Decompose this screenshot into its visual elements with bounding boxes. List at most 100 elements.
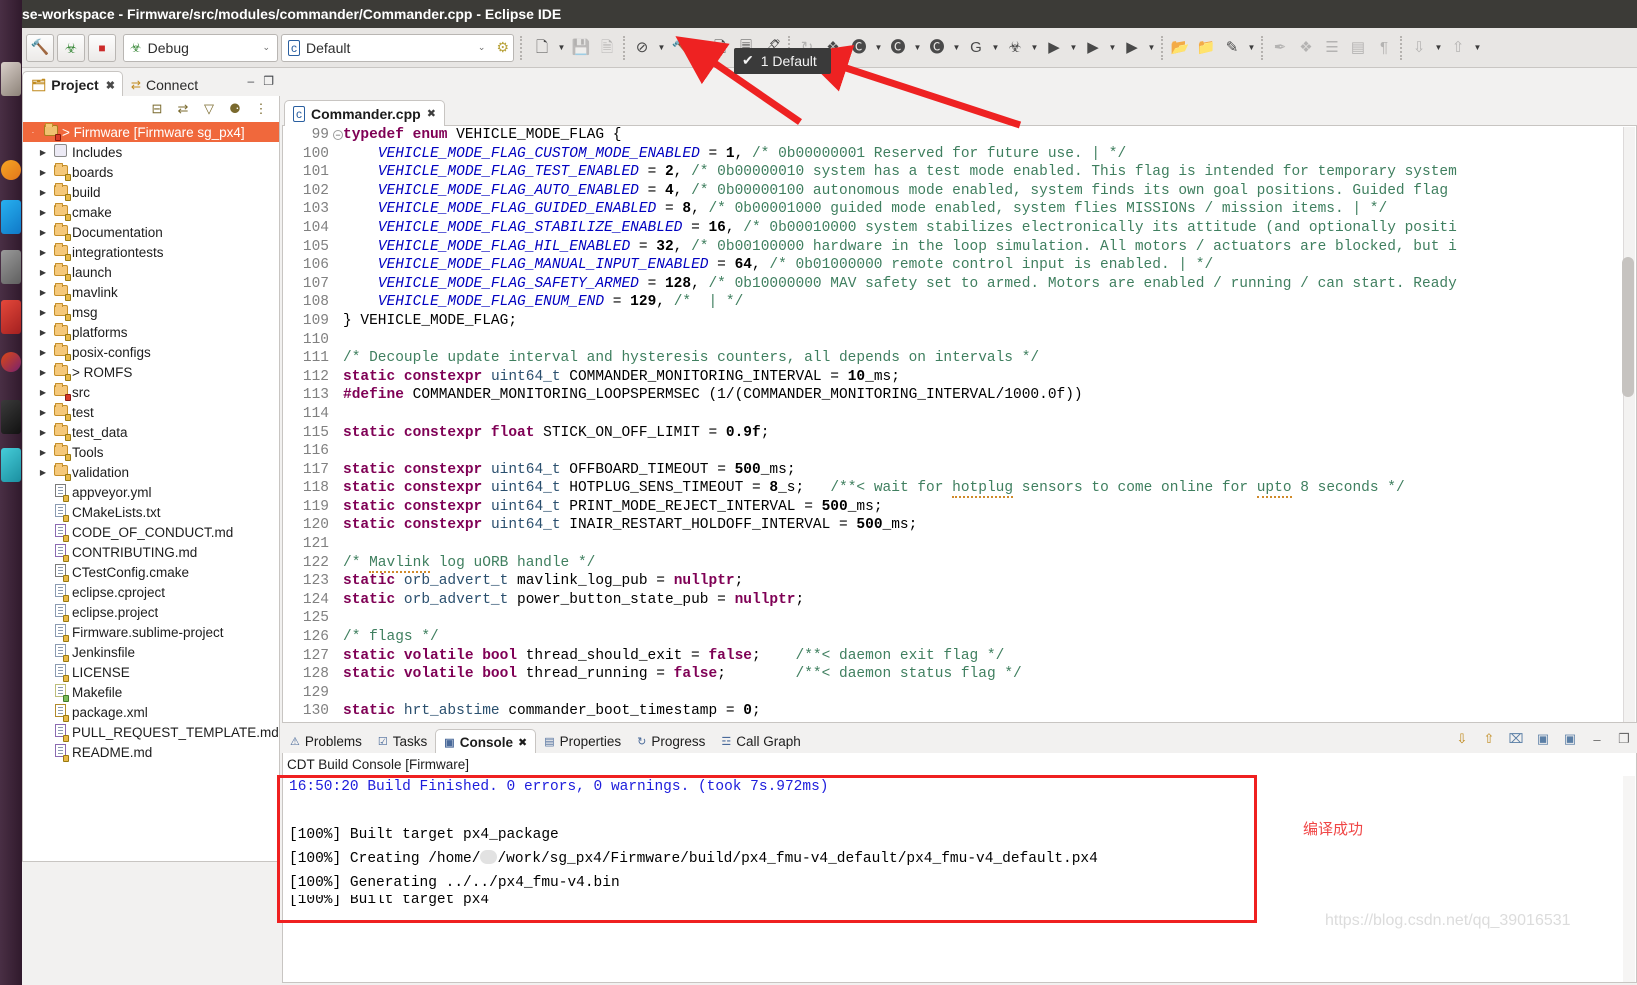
tree-item[interactable]: ▶ test <box>23 402 279 422</box>
chevron-right-icon[interactable]: ▶ <box>37 168 49 177</box>
chevron-right-icon[interactable]: ▶ <box>37 268 49 277</box>
launcher-icon-software[interactable] <box>1 250 21 284</box>
block-selection-icon[interactable]: ▤ <box>1345 35 1371 61</box>
code-folding-column[interactable]: − <box>333 126 343 722</box>
chevron-down-icon[interactable]: ▼ <box>1245 35 1258 61</box>
console-tab-properties[interactable]: ▤ Properties <box>536 729 629 754</box>
chevron-down-icon[interactable]: ▼ <box>989 35 1002 61</box>
console-tab-progress[interactable]: ↻ Progress <box>629 729 713 754</box>
chevron-right-icon[interactable]: ▶ <box>37 288 49 297</box>
minimize-view-icon[interactable]: – <box>248 74 255 88</box>
console-tab-console[interactable]: ▣ Console ✖ <box>435 729 537 754</box>
chevron-right-icon[interactable]: ▶ <box>37 188 49 197</box>
chevron-down-icon[interactable]: ▼ <box>911 35 924 61</box>
code-editor[interactable]: 99 100 101 102 103 104 105 106 107 108 109 110 111 11… <box>282 125 1637 723</box>
tree-item[interactable]: ▶ boards <box>23 162 279 182</box>
hammer-build-icon[interactable]: 🔨 <box>668 35 694 61</box>
tree-item[interactable]: ▶ cmake <box>23 202 279 222</box>
view-menu-icon[interactable]: ⋮ <box>253 101 269 117</box>
editor-tab-commander-cpp[interactable]: c Commander.cpp ✖ <box>284 100 445 126</box>
run-icon[interactable]: ▶ <box>1041 35 1067 61</box>
new-console-view-icon[interactable]: ▣ <box>1561 730 1579 748</box>
tree-item[interactable]: appveyor.yml <box>23 482 279 502</box>
editor-vertical-scrollbar[interactable] <box>1622 127 1635 722</box>
close-icon[interactable]: ✖ <box>427 107 436 120</box>
tree-item[interactable]: ▶ mavlink <box>23 282 279 302</box>
launcher-icon-firefox[interactable] <box>1 160 21 180</box>
build-config-dropdown-tooltip[interactable]: ✔ 1 Default <box>734 48 831 74</box>
chevron-right-icon[interactable]: ▶ <box>37 348 49 357</box>
save-icon[interactable]: 💾 <box>568 35 594 61</box>
tree-item[interactable]: ▶ Includes <box>23 142 279 162</box>
tree-item[interactable]: Jenkinsfile <box>23 642 279 662</box>
chevron-right-icon[interactable]: ▶ <box>37 228 49 237</box>
close-icon[interactable]: ✖ <box>106 79 115 92</box>
chevron-right-icon[interactable]: ▶ <box>37 368 49 377</box>
open-type-icon[interactable]: 📂 <box>1167 35 1193 61</box>
launcher-icon-ubuntu[interactable] <box>1 352 21 372</box>
tree-item[interactable]: ▶ src <box>23 382 279 402</box>
tree-item[interactable]: ▶ build <box>23 182 279 202</box>
chevron-right-icon[interactable]: ▶ <box>37 308 49 317</box>
chevron-down-icon[interactable]: ▼ <box>1028 35 1041 61</box>
new-file-icon[interactable]: 🗋 <box>529 35 555 61</box>
launcher-icon-terminal[interactable] <box>1 400 21 434</box>
project-tree[interactable]: · > Firmware [Firmware sg_px4] ▶ Includes ▶ b… <box>22 122 280 862</box>
tree-item[interactable]: ▶ test_data <box>23 422 279 442</box>
launcher-icon-eclipse[interactable] <box>1 448 21 482</box>
marker-icon[interactable]: ✎ <box>1219 35 1245 61</box>
chevron-right-icon[interactable]: ▶ <box>37 408 49 417</box>
chevron-down-icon[interactable]: ▼ <box>694 35 707 61</box>
editor-scroll-thumb[interactable] <box>1622 257 1634 397</box>
tree-item[interactable]: eclipse.project <box>23 602 279 622</box>
c-project-icon[interactable]: 🅒 <box>846 35 872 61</box>
clear-console-icon[interactable]: ⌧ <box>1507 730 1525 748</box>
launcher-icon-thunderbird[interactable] <box>1 200 21 234</box>
console-vertical-scrollbar[interactable] <box>1623 776 1635 982</box>
tree-item[interactable]: ▶ msg <box>23 302 279 322</box>
previous-annotation-icon[interactable]: ⇩ <box>1406 35 1432 61</box>
tree-item[interactable]: Makefile <box>23 682 279 702</box>
chevron-right-icon[interactable]: ▶ <box>37 448 49 457</box>
maximize-icon[interactable]: ❐ <box>1615 730 1633 748</box>
chevron-down-icon[interactable]: ▼ <box>555 35 568 61</box>
chevron-right-icon[interactable]: ▶ <box>37 248 49 257</box>
chevron-down-icon[interactable]: ▼ <box>1471 35 1484 61</box>
next-annotation-icon[interactable]: ⇧ <box>1445 35 1471 61</box>
chevron-right-icon[interactable]: ▶ <box>37 208 49 217</box>
tree-item[interactable]: package.xml <box>23 702 279 722</box>
launch-configuration-combo[interactable]: ☣ Debug ⌄ <box>123 33 278 62</box>
close-icon[interactable]: ✖ <box>518 736 527 749</box>
debug-perspective-icon[interactable]: ☣ <box>1002 35 1028 61</box>
collapse-all-icon[interactable]: ⊟ <box>149 101 165 117</box>
view-tab-project[interactable]: 🗂 Project ✖ <box>22 71 123 98</box>
search-icon[interactable]: ❖ <box>1293 35 1319 61</box>
build-button[interactable]: 🔨 <box>26 33 54 62</box>
tree-item[interactable]: ▶ Documentation <box>23 222 279 242</box>
focus-icon[interactable]: ⚈ <box>227 101 243 117</box>
pin-console-icon[interactable]: ▣ <box>1534 730 1552 748</box>
save-all-icon[interactable]: 🗎 <box>594 35 620 61</box>
chevron-down-icon[interactable]: ▼ <box>872 35 885 61</box>
console-output[interactable]: 16:50:20 Build Finished. 0 errors, 0 war… <box>282 775 1637 983</box>
tree-item[interactable]: Firmware.sublime-project <box>23 622 279 642</box>
tree-item[interactable]: README.md <box>23 742 279 762</box>
chevron-right-icon[interactable]: ▶ <box>37 388 49 397</box>
chevron-right-icon[interactable]: ▶ <box>37 148 49 157</box>
stop-button[interactable]: ■ <box>88 33 116 62</box>
run-config-icon[interactable]: ▶ <box>1080 35 1106 61</box>
tree-item[interactable]: ▶ validation <box>23 462 279 482</box>
chevron-down-icon[interactable]: ▼ <box>1432 35 1445 61</box>
maximize-view-icon[interactable]: ❐ <box>263 74 274 88</box>
chevron-down-icon[interactable]: ▼ <box>1067 35 1080 61</box>
link-with-editor-icon[interactable]: ⇄ <box>175 101 191 117</box>
fold-toggle-icon[interactable]: − <box>333 130 343 149</box>
scroll-up-icon[interactable]: ⇧ <box>1480 730 1498 748</box>
launcher-icon-files[interactable] <box>1 62 21 96</box>
chevron-down-icon[interactable]: ▼ <box>1145 35 1158 61</box>
tree-item[interactable]: CONTRIBUTING.md <box>23 542 279 562</box>
profile-icon[interactable]: ▶ <box>1119 35 1145 61</box>
tree-item[interactable]: eclipse.cproject <box>23 582 279 602</box>
chevron-right-icon[interactable]: ▶ <box>37 468 49 477</box>
chevron-down-icon[interactable]: ▼ <box>655 35 668 61</box>
